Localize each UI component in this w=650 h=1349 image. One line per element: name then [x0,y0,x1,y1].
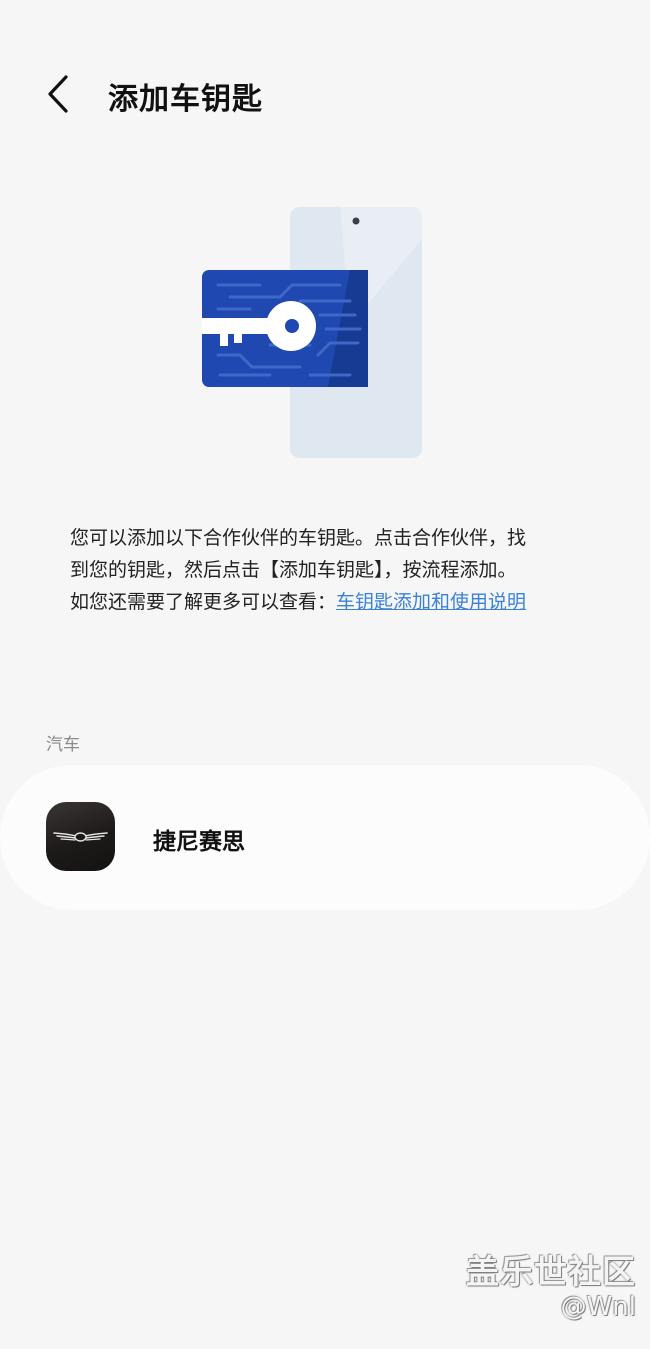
usage-guide-link[interactable]: 车钥匙添加和使用说明 [336,591,526,613]
car-key-illustration [202,207,422,458]
page-title: 添加车钥匙 [108,82,263,117]
instructions-line-3: 如您还需要了解更多可以查看：车钥匙添加和使用说明 [70,586,590,618]
chevron-left-icon [48,75,68,113]
instructions-line-2: 到您的钥匙，然后点击【添加车钥匙】，按流程添加。 [70,559,517,581]
back-button[interactable] [36,68,84,120]
watermark-handle: @Wnl [560,1292,636,1322]
section-label-car: 汽车 [46,735,80,755]
genesis-wings-logo-icon [53,832,108,842]
partner-name: 捷尼赛思 [153,829,245,855]
app-header: 添加车钥匙 [0,60,650,130]
brand-logo [46,802,115,871]
phone-camera-icon [352,217,360,225]
watermark-title: 盖乐世社区 [466,1252,636,1291]
instructions-line-1: 您可以添加以下合作伙伴的车钥匙。点击合作伙伴，找 [70,527,527,549]
key-card-graphic [202,270,368,387]
instructions-text: 您可以添加以下合作伙伴的车钥匙。点击合作伙伴，找 到您的钥匙，然后点击【添加车钥… [70,522,590,618]
instructions-line-3-prefix: 如您还需要了解更多可以查看： [70,591,337,613]
partner-item-genesis[interactable]: 捷尼赛思 [0,765,650,910]
add-car-key-screen: 添加车钥匙 您可以添加以下合作伙伴的车钥匙。点击合作伙伴，找 到您的钥匙，然后点… [0,0,650,1349]
